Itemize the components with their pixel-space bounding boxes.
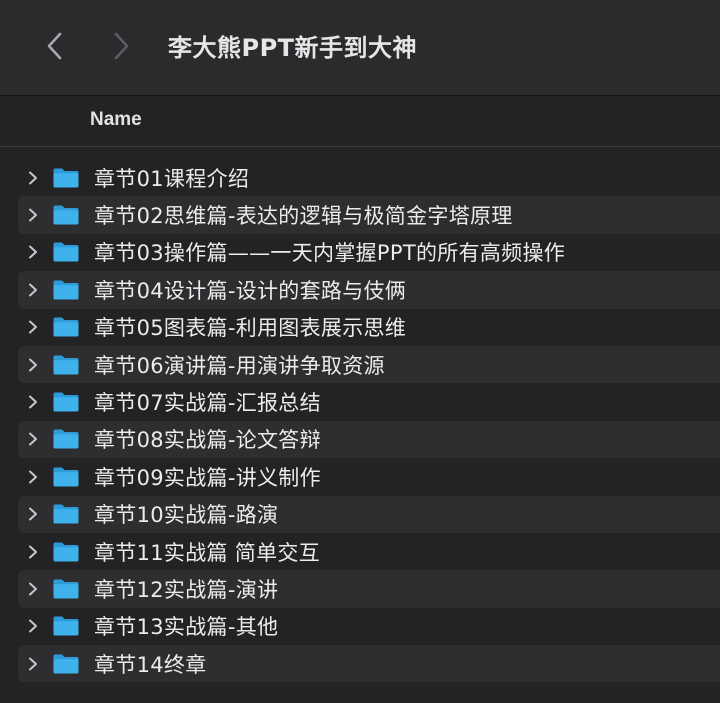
disclosure-chevron-icon[interactable] [18,432,48,446]
window-title: 李大熊PPT新手到大神 [168,34,418,62]
folder-row[interactable]: 章节13实战篇-其他 [18,608,720,645]
folder-icon [52,391,80,413]
forward-button[interactable] [104,26,140,66]
folder-icon [52,167,80,189]
disclosure-chevron-icon[interactable] [18,619,48,633]
column-header-name[interactable]: Name [90,109,142,131]
disclosure-chevron-icon[interactable] [18,320,48,334]
folder-icon [52,204,80,226]
folder-name: 章节06演讲篇-用演讲争取资源 [94,353,385,378]
folder-name: 章节04设计篇-设计的套路与伎俩 [94,278,407,303]
disclosure-chevron-icon[interactable] [18,657,48,671]
folder-icon [52,241,80,263]
chevron-right-icon [114,32,129,60]
folder-row[interactable]: 章节03操作篇——一天内掌握PPT的所有高频操作 [18,234,720,271]
disclosure-chevron-icon[interactable] [18,208,48,222]
folder-name: 章节12实战篇-演讲 [94,577,279,602]
folder-row[interactable]: 章节12实战篇-演讲 [18,570,720,608]
disclosure-chevron-icon[interactable] [18,507,48,521]
folder-row[interactable]: 章节11实战篇 简单交互 [18,533,720,570]
folder-row[interactable]: 章节08实战篇-论文答辩 [18,420,720,459]
folder-row[interactable]: 章节07实战篇-汇报总结 [18,383,720,420]
disclosure-chevron-icon[interactable] [18,171,48,185]
disclosure-chevron-icon[interactable] [18,358,48,372]
folder-row[interactable]: 章节14终章 [18,645,720,683]
disclosure-chevron-icon[interactable] [18,470,48,484]
disclosure-chevron-icon[interactable] [18,545,48,559]
folder-row[interactable]: 章节04设计篇-设计的套路与伎俩 [18,271,720,309]
folder-name: 章节14终章 [94,652,207,677]
folder-icon [52,279,80,301]
folder-name: 章节13实战篇-其他 [94,615,279,640]
finder-window: 李大熊PPT新手到大神 Name 章节01课程介绍章节02思维篇-表达的逻辑与极… [0,0,720,703]
folder-icon [52,466,80,488]
chevron-left-icon [47,32,62,60]
folder-icon [52,578,80,600]
folder-name: 章节08实战篇-论文答辩 [94,428,321,453]
folder-row[interactable]: 章节10实战篇-路演 [18,495,720,533]
list-header: Name [0,96,720,147]
folder-icon [52,503,80,525]
disclosure-chevron-icon[interactable] [18,582,48,596]
folder-name: 章节02思维篇-表达的逻辑与极简金字塔原理 [94,204,513,229]
back-button[interactable] [36,26,72,66]
folder-name: 章节07实战篇-汇报总结 [94,391,321,416]
folder-row[interactable]: 章节06演讲篇-用演讲争取资源 [18,345,720,384]
folder-row[interactable]: 章节05图表篇-利用图表展示思维 [18,309,720,346]
folder-icon [52,653,80,675]
folder-icon [52,428,80,450]
folder-icon [52,316,80,338]
folder-row[interactable]: 章节02思维篇-表达的逻辑与极简金字塔原理 [18,196,720,234]
folder-name: 章节09实战篇-讲义制作 [94,465,321,490]
folder-icon [52,615,80,637]
folder-row[interactable]: 章节01课程介绍 [18,159,720,196]
folder-name: 章节11实战篇 简单交互 [94,540,320,565]
folder-row[interactable]: 章节09实战篇-讲义制作 [18,458,720,495]
folder-icon [52,541,80,563]
folder-name: 章节01课程介绍 [94,166,250,191]
file-list: 章节01课程介绍章节02思维篇-表达的逻辑与极简金字塔原理章节03操作篇——一天… [18,159,720,683]
folder-icon [52,354,80,376]
folder-name: 章节03操作篇——一天内掌握PPT的所有高频操作 [94,241,566,266]
folder-name: 章节10实战篇-路演 [94,503,279,528]
disclosure-chevron-icon[interactable] [18,395,48,409]
folder-name: 章节05图表篇-利用图表展示思维 [94,316,407,341]
disclosure-chevron-icon[interactable] [18,283,48,297]
toolbar: 李大熊PPT新手到大神 [0,0,720,96]
disclosure-chevron-icon[interactable] [18,245,48,259]
